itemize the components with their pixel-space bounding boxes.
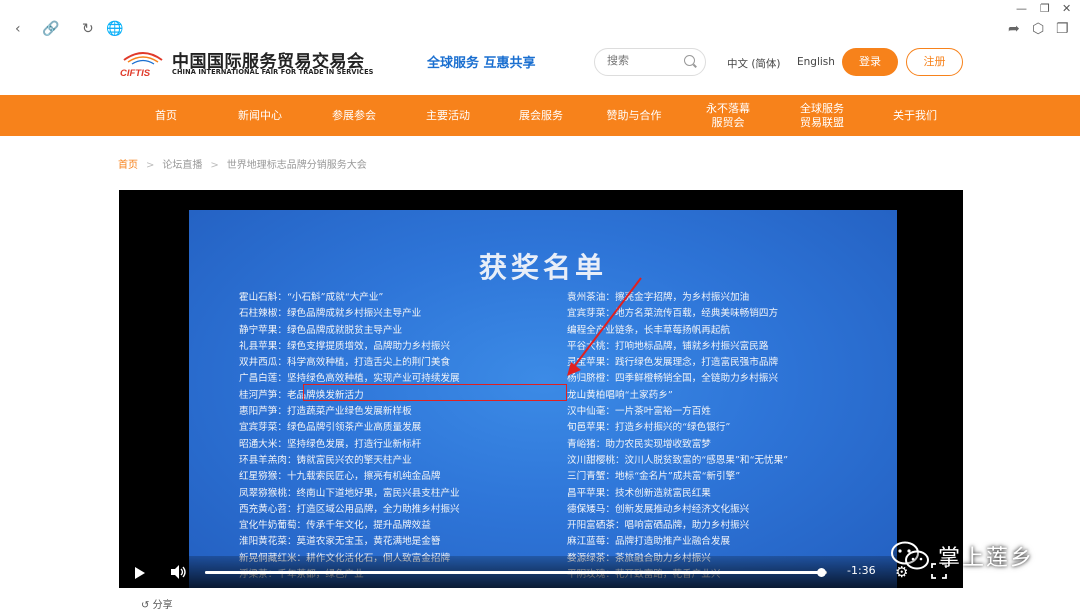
award-item: 红星猕猴：十九载索民匠心，擦亮有机纯金品牌 xyxy=(239,471,441,483)
progress-handle[interactable] xyxy=(816,568,826,577)
award-item: 汉中仙毫：一片茶叶富裕一方百姓 xyxy=(567,406,711,418)
nav-item-alliance[interactable]: 全球服务 贸易联盟 xyxy=(790,95,854,136)
award-item: 霍山石斛：“小石斛”成就“大产业” xyxy=(239,292,384,303)
breadcrumb-separator: > xyxy=(210,160,219,171)
award-item: 宜化牛奶葡萄：传承千年文化，提升品牌效益 xyxy=(239,520,431,532)
lang-english[interactable]: English xyxy=(797,56,835,68)
cube-icon[interactable]: ⬡ xyxy=(1032,22,1044,36)
annotation-arrow xyxy=(567,277,642,376)
award-item: 昭通大米：坚持绿色发展，打造行业新标杆 xyxy=(239,438,422,450)
award-item: 宜宾芽菜：绿色品牌引领茶产业高质量发展 xyxy=(239,422,422,434)
login-button[interactable]: 登录 xyxy=(842,48,898,76)
award-item: 开阳富硒茶：唱响富硒品牌，助力乡村振兴 xyxy=(567,520,750,532)
nav-item-sponsor[interactable]: 赞助与合作 xyxy=(598,95,670,136)
time-remaining: -1:36 xyxy=(847,564,876,577)
nav-item-forever-fair[interactable]: 永不落幕 服贸会 xyxy=(698,95,758,136)
link-icon[interactable]: 🔗 xyxy=(42,22,59,36)
progress-bar[interactable] xyxy=(205,568,827,577)
register-button[interactable]: 注册 xyxy=(906,48,963,76)
nav-item-news[interactable]: 新闻中心 xyxy=(230,95,290,136)
progress-fill xyxy=(205,571,821,574)
breadcrumb-section[interactable]: 论坛直播 xyxy=(162,160,202,171)
watermark-text: 掌上莲乡 xyxy=(938,546,1035,571)
watermark: 掌上莲乡 xyxy=(890,536,1034,576)
award-item: 汶川甜樱桃：汶川人脱贫致富的“感恩果”和“无忧果” xyxy=(567,454,789,466)
highlight-box xyxy=(303,384,567,401)
award-item: 礼县苹果：绿色支撑提质增效，品牌助力乡村振兴 xyxy=(239,340,451,352)
breadcrumb: 首页 > 论坛直播 > 世界地理标志品牌分销服务大会 xyxy=(118,156,367,171)
award-item: 淮阳黄花菜：莫道农家无宝玉，黄花满地是金簪 xyxy=(239,536,441,548)
award-item: 凤翠猕猴桃：终南山下道地好果，富民兴县支柱产业 xyxy=(239,487,460,499)
video-frame: 获奖名单 霍山石斛：“小石斛”成就“大产业” 石柱辣椒：绿色品牌成就乡村振兴主导产… xyxy=(189,210,897,588)
video-controls: -1:36 ⚙ xyxy=(119,556,963,588)
nav-item-home[interactable]: 首页 xyxy=(140,95,192,136)
award-item: 双井西瓜：科学高效种植，打造舌尖上的荆门美食 xyxy=(239,357,451,369)
share-label: 分享 xyxy=(152,600,173,611)
reload-icon[interactable]: ↻ xyxy=(82,22,94,36)
breadcrumb-separator: > xyxy=(146,160,155,171)
browser-toolbar: ‹ 🔗 ↻ 🌐 — ❐ ✕ ➦ ⬡ ❐ xyxy=(0,0,1080,40)
ciftis-logo-icon[interactable]: CIFTIS xyxy=(118,48,168,78)
nav-item-about[interactable]: 关于我们 xyxy=(885,95,945,136)
wechat-icon xyxy=(891,541,929,570)
award-item: 三门青蟹：地标“金名片”成共富“新引擎” xyxy=(567,471,741,483)
logo-abbr: CIFTIS xyxy=(120,68,151,78)
minimize-icon[interactable]: — xyxy=(1016,2,1027,15)
share-icon: ↺ xyxy=(141,600,150,611)
nav-item-activities[interactable]: 主要活动 xyxy=(418,95,478,136)
search-icon[interactable] xyxy=(684,55,695,66)
breadcrumb-current: 世界地理标志品牌分销服务大会 xyxy=(226,160,367,171)
award-item: 青峪猪：助力农民实现增收致富梦 xyxy=(567,438,711,450)
award-item: 环县羊羔肉：铸就富民兴农的擎天柱产业 xyxy=(239,454,412,466)
award-item: 静宁苹果：绿色品牌成就脱贫主导产业 xyxy=(239,324,403,336)
award-item: 龙山黄柏唱响“土家药乡” xyxy=(567,389,673,401)
award-list-left: 霍山石斛：“小石斛”成就“大产业” 石柱辣椒：绿色品牌成就乡村振兴主导产业 静宁苹果… xyxy=(239,290,460,583)
globe-icon[interactable]: 🌐 xyxy=(106,22,123,36)
search-box[interactable] xyxy=(594,48,706,76)
award-item: 西充黄心苕：打造区域公用品牌，全力助推乡村振兴 xyxy=(239,503,460,515)
award-item: 昌平苹果：技术创新造就富民红果 xyxy=(567,487,711,499)
nav-item-services[interactable]: 展会服务 xyxy=(511,95,571,136)
copy-icon[interactable]: ❐ xyxy=(1056,22,1069,36)
nav-item-exhibit[interactable]: 参展参会 xyxy=(324,95,384,136)
share-icon[interactable]: ➦ xyxy=(1008,22,1020,36)
site-header: CIFTIS 中国国际服务贸易交易会 CHINA INTERNATIONAL F… xyxy=(0,40,1080,95)
award-item: 德保矮马：创新发展推动乡村经济文化振兴 xyxy=(567,503,750,515)
lang-chinese[interactable]: 中文 (简体) xyxy=(727,56,781,71)
share-button[interactable]: ↺ 分享 xyxy=(141,596,173,611)
slogan: 全球服务 互惠共享 xyxy=(427,56,536,71)
restore-icon[interactable]: ❐ xyxy=(1040,2,1050,15)
slide-title: 获奖名单 xyxy=(478,251,607,284)
award-item: 石柱辣椒：绿色品牌成就乡村振兴主导产业 xyxy=(239,308,422,320)
award-item: 旬邑苹果：打造乡村振兴的“绿色银行” xyxy=(567,422,731,434)
close-icon[interactable]: ✕ xyxy=(1062,2,1071,15)
main-nav: 首页 新闻中心 参展参会 主要活动 展会服务 赞助与合作 永不落幕 服贸会 全球… xyxy=(0,95,1080,136)
play-icon[interactable] xyxy=(135,567,145,579)
award-item: 惠阳芦笋：打造蔬菜产业绿色发展新样板 xyxy=(239,406,412,418)
volume-icon[interactable] xyxy=(171,565,187,579)
award-item: 麻江蓝莓：品牌打造助推产业融合发展 xyxy=(567,536,731,548)
back-icon[interactable]: ‹ xyxy=(15,22,21,36)
video-player[interactable]: 获奖名单 霍山石斛：“小石斛”成就“大产业” 石柱辣椒：绿色品牌成就乡村振兴主导产… xyxy=(119,190,963,588)
search-input[interactable] xyxy=(607,54,677,67)
site-subtitle: CHINA INTERNATIONAL FAIR FOR TRADE IN SE… xyxy=(172,68,374,76)
breadcrumb-home[interactable]: 首页 xyxy=(118,160,138,171)
